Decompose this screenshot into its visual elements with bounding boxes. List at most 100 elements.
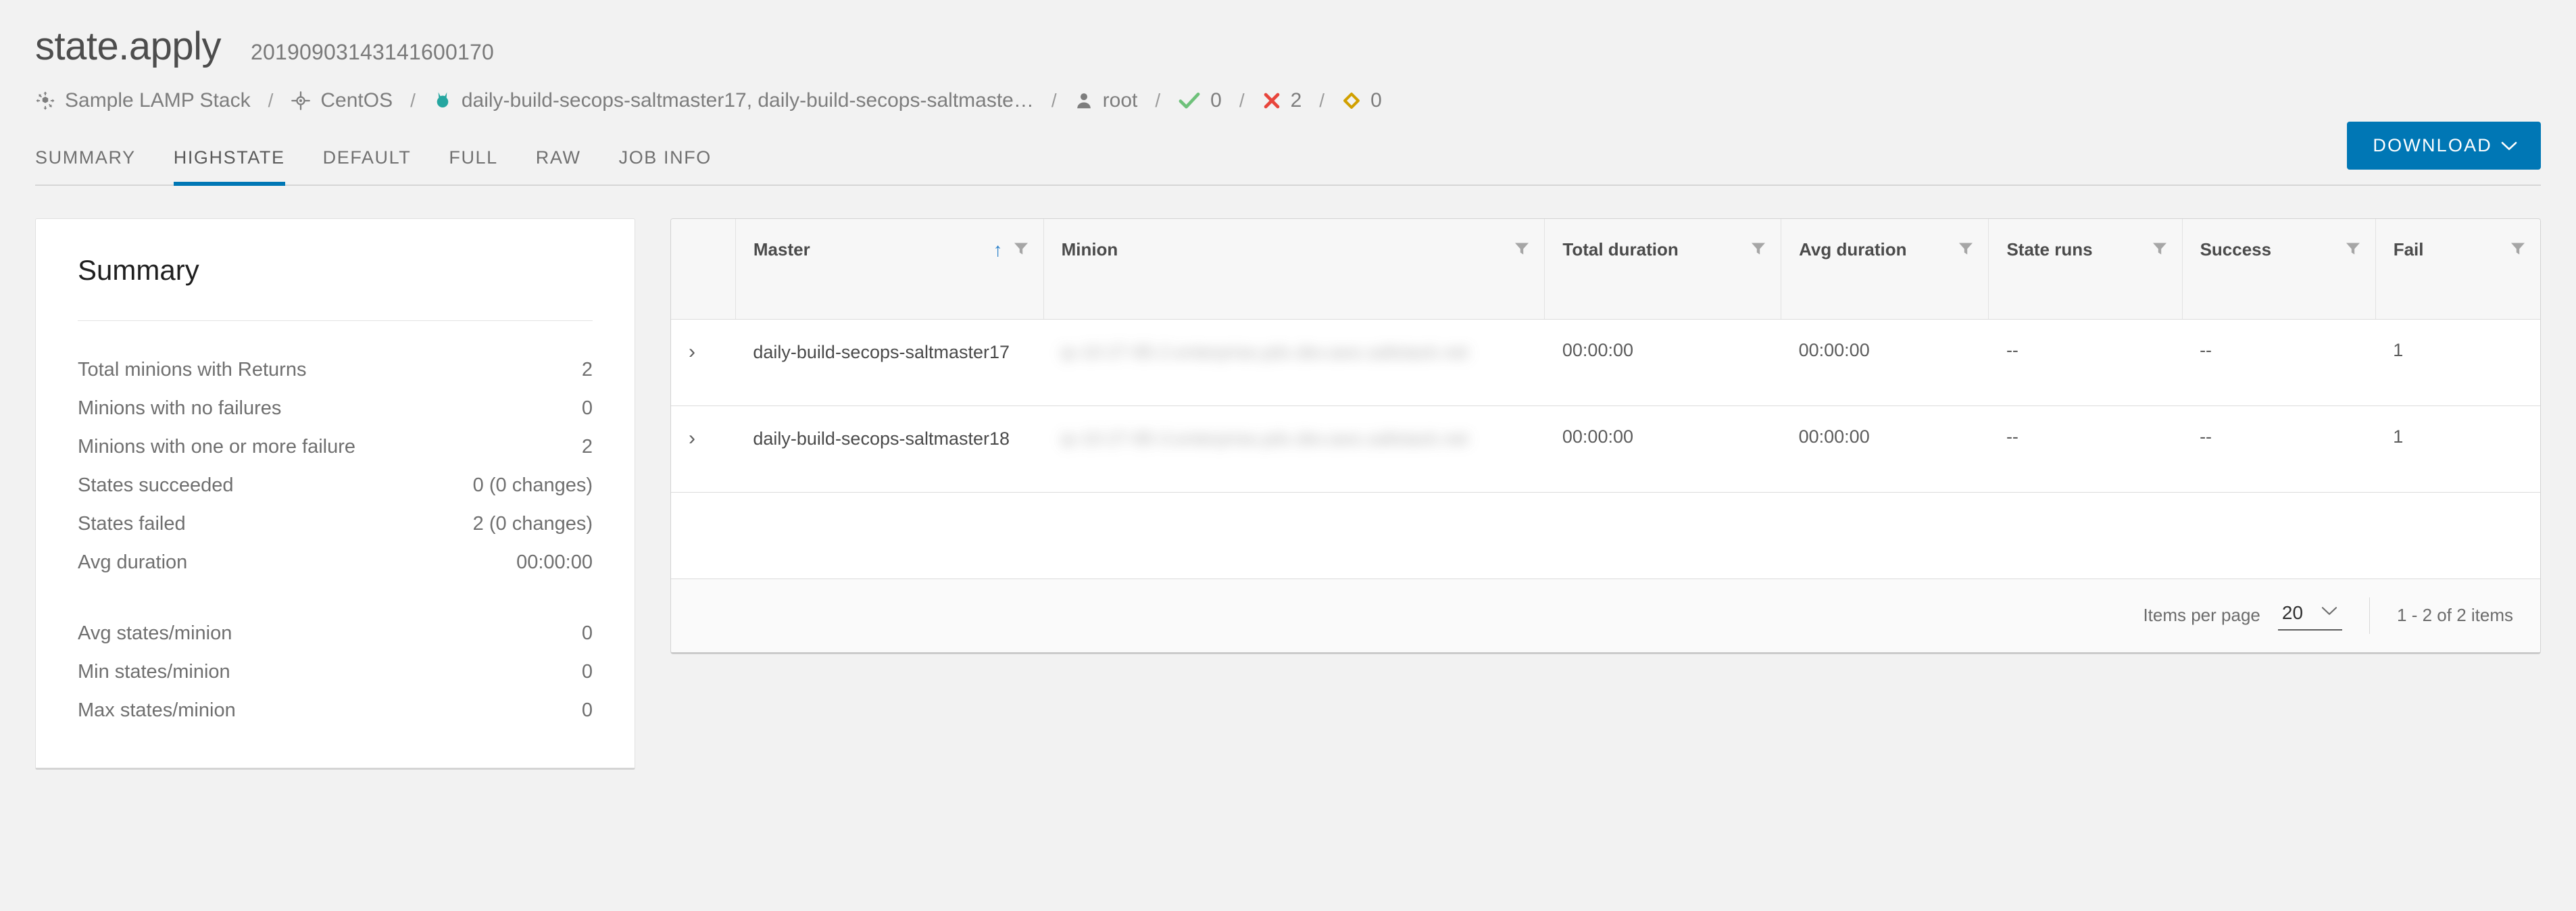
row-expander-cell[interactable]: › <box>671 319 736 406</box>
breadcrumb-separator: / <box>1319 90 1325 111</box>
summary-value: 0 <box>581 397 593 419</box>
breadcrumb-item-minions[interactable]: daily-build-secops-saltmaster17, daily-b… <box>433 89 1034 112</box>
status-success: 0 <box>1178 89 1222 112</box>
chevron-right-icon[interactable]: › <box>689 341 695 363</box>
column-header-state-runs[interactable]: State runs <box>1988 219 2183 320</box>
status-success-count: 0 <box>1210 89 1222 112</box>
filter-icon[interactable] <box>1751 239 1766 260</box>
breadcrumb-separator: / <box>1051 90 1057 111</box>
row-expander-cell[interactable]: › <box>671 405 736 493</box>
filter-icon[interactable] <box>2152 239 2167 260</box>
cell-state-runs: -- <box>1988 319 2183 406</box>
column-header-success[interactable]: Success <box>2181 219 2376 320</box>
tabs-bar: DOWNLOAD SUMMARY HIGHSTATE DEFAULT FULL … <box>0 122 2576 186</box>
summary-title: Summary <box>78 254 199 286</box>
master-name: daily-build-secops-saltmaster17 <box>753 341 1010 362</box>
cell-state-runs: -- <box>1988 405 2183 493</box>
tab-full[interactable]: FULL <box>449 147 497 186</box>
breadcrumb-item-target[interactable]: Sample LAMP Stack <box>35 89 251 112</box>
sort-ascending-icon[interactable]: ↑ <box>993 240 1003 260</box>
column-header-master[interactable]: Master ↑ <box>735 219 1044 320</box>
column-header-fail[interactable]: Fail <box>2375 219 2540 320</box>
breadcrumb-label-minions: daily-build-secops-saltmaster17, daily-b… <box>461 89 1034 112</box>
summary-value: 2 (0 changes) <box>472 513 593 535</box>
check-icon <box>1178 91 1201 111</box>
table-empty-cell <box>671 492 2540 579</box>
summary-label: States succeeded <box>78 474 234 496</box>
cell-fail: 1 <box>2375 319 2540 406</box>
summary-value: 0 (0 changes) <box>472 474 593 496</box>
title-row: state.apply 20190903143141600170 <box>35 27 2576 66</box>
main-content: Summary Total minions with Returns 2 Min… <box>0 186 2576 770</box>
status-changes-count: 0 <box>1370 89 1382 112</box>
table-empty-row <box>671 492 2540 579</box>
minions-table: Master ↑ Minion Total duration Avg durat… <box>671 219 2540 579</box>
filter-icon[interactable] <box>2346 239 2360 260</box>
target-cluster-icon <box>35 91 55 111</box>
x-icon <box>1262 91 1281 110</box>
items-per-page-label: Items per page <box>2143 605 2260 625</box>
breadcrumb-item-user[interactable]: root <box>1074 89 1137 112</box>
table-row[interactable]: › daily-build-secops-saltmaster17 ip-10-… <box>671 319 2540 406</box>
summary-row-avg-duration: Avg duration 00:00:00 <box>78 543 593 582</box>
summary-label: Avg duration <box>78 551 188 573</box>
summary-divider <box>78 320 593 321</box>
master-name: daily-build-secops-saltmaster18 <box>753 428 1010 449</box>
filter-icon[interactable] <box>1958 239 1973 260</box>
crosshair-icon <box>291 91 311 111</box>
column-header-minion[interactable]: Minion <box>1043 219 1545 320</box>
filter-icon[interactable] <box>1514 239 1529 260</box>
tab-job-info[interactable]: JOB INFO <box>619 147 712 186</box>
summary-row-max-states: Max states/minion 0 <box>78 691 593 730</box>
tab-default[interactable]: DEFAULT <box>323 147 412 186</box>
filter-icon[interactable] <box>2510 239 2525 260</box>
summary-row-avg-states: Avg states/minion 0 <box>78 614 593 653</box>
column-header-total-duration[interactable]: Total duration <box>1544 219 1781 320</box>
table-row[interactable]: › daily-build-secops-saltmaster18 ip-10-… <box>671 405 2540 493</box>
cell-success: -- <box>2182 405 2376 493</box>
chevron-right-icon[interactable]: › <box>689 427 695 449</box>
summary-row-min-states: Min states/minion 0 <box>78 653 593 691</box>
breadcrumb-label-target: Sample LAMP Stack <box>65 89 251 112</box>
page-header: state.apply 20190903143141600170 Sample … <box>0 0 2576 112</box>
summary-row-no-failures: Minions with no failures 0 <box>78 389 593 428</box>
cell-minion: ip-10-27-85-2.enterprise.pdx.dev.aws.sal… <box>1043 319 1545 406</box>
column-label-total-duration: Total duration <box>1562 239 1679 260</box>
summary-row-with-failures: Minions with one or more failure 2 <box>78 428 593 466</box>
column-label-master: Master <box>753 239 810 260</box>
breadcrumb: Sample LAMP Stack / CentOS / daily-build… <box>35 89 2576 112</box>
summary-label: States failed <box>78 513 186 535</box>
summary-label: Total minions with Returns <box>78 359 307 380</box>
summary-label: Avg states/minion <box>78 622 232 644</box>
minion-name-redacted: ip-10-27-85-3.enterprise.pdx.dev.aws.sal… <box>1061 428 1468 449</box>
page-title: state.apply <box>35 24 222 68</box>
breadcrumb-separator: / <box>410 90 416 111</box>
items-per-page-value: 20 <box>2281 601 2304 623</box>
user-icon <box>1074 91 1093 110</box>
breadcrumb-separator: / <box>1155 90 1161 111</box>
breadcrumb-separator: / <box>1239 90 1245 111</box>
summary-value: 2 <box>581 436 593 458</box>
breadcrumb-item-os[interactable]: CentOS <box>291 89 393 112</box>
summary-group-gap <box>78 582 593 614</box>
summary-value: 00:00:00 <box>516 551 593 573</box>
cell-master: daily-build-secops-saltmaster18 <box>735 405 1044 493</box>
column-label-success: Success <box>2200 239 2272 260</box>
cell-fail: 1 <box>2375 405 2540 493</box>
breadcrumb-separator: / <box>268 90 274 111</box>
table-header: Master ↑ Minion Total duration Avg durat… <box>671 219 2540 320</box>
diamond-icon <box>1342 91 1361 110</box>
column-label-minion: Minion <box>1061 239 1118 260</box>
column-header-avg-duration[interactable]: Avg duration <box>1781 219 1989 320</box>
summary-row-states-succeeded: States succeeded 0 (0 changes) <box>78 466 593 505</box>
pagination-divider <box>2369 597 2371 634</box>
tab-summary[interactable]: SUMMARY <box>35 147 136 186</box>
items-per-page-select[interactable]: 20 <box>2277 601 2343 631</box>
tab-raw[interactable]: RAW <box>536 147 581 186</box>
filter-icon[interactable] <box>1014 239 1029 260</box>
minions-table-card: Master ↑ Minion Total duration Avg durat… <box>670 218 2541 654</box>
table-pagination: Items per page 20 1 - 2 of 2 items <box>671 578 2540 652</box>
tab-highstate[interactable]: HIGHSTATE <box>173 147 285 186</box>
summary-value: 2 <box>581 359 593 380</box>
summary-label: Minions with no failures <box>78 397 282 419</box>
